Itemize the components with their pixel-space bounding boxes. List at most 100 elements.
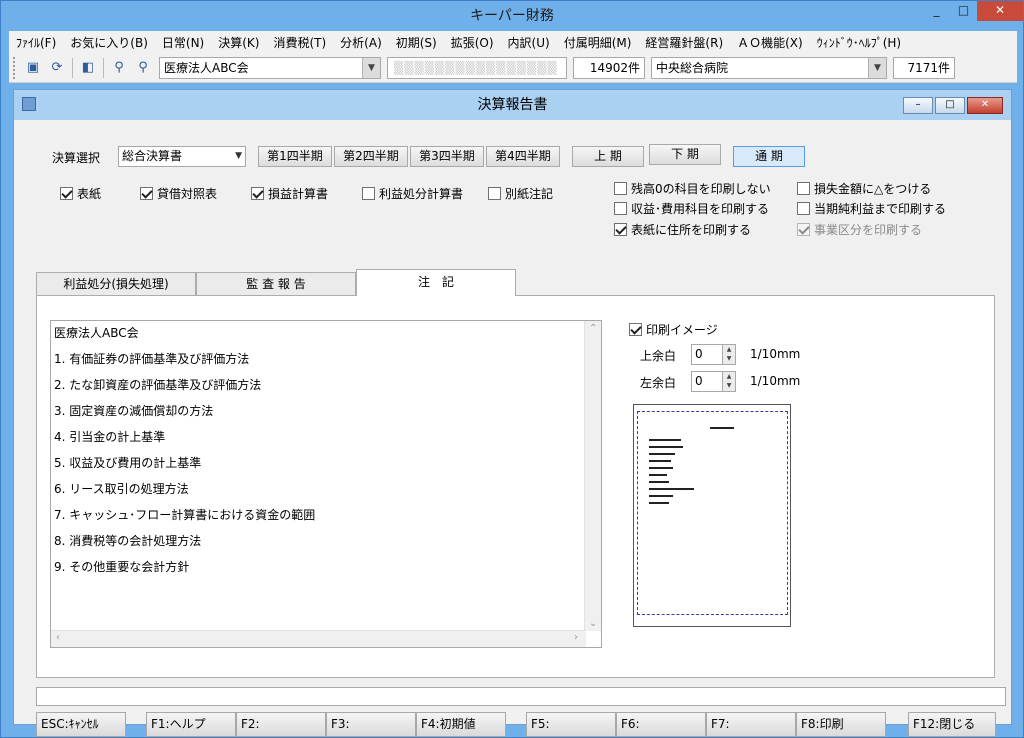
notes-line: 2. たな卸資産の評価基準及び評価方法 [54, 378, 262, 392]
cover-checkbox[interactable]: 表紙 [60, 185, 101, 202]
first-half-button[interactable]: 上 期 [572, 146, 644, 167]
loss-triangle-checkbox[interactable]: 損失金額に△をつける [797, 180, 931, 197]
dialog-close-button[interactable]: ✕ [967, 97, 1003, 114]
quarter1-button[interactable]: 第1四半期 [258, 146, 332, 167]
f1-help-button[interactable]: F1:ヘルプ [146, 712, 236, 737]
dialog-restore-button[interactable]: □ [935, 97, 965, 114]
f12-close-button[interactable]: F12:閉じる [908, 712, 996, 737]
checkbox-mark[interactable] [140, 187, 153, 200]
separate-notes-label: 別紙注記 [505, 187, 554, 201]
toolbar-grip[interactable] [13, 56, 17, 79]
menu-daily[interactable]: 日常(N) [155, 34, 211, 51]
selection-label: 決算選択 [52, 151, 101, 165]
f2-button[interactable]: F2: [236, 712, 326, 737]
scroll-down-icon[interactable]: ⌄ [589, 618, 597, 629]
report-dialog: 決算報告書 – □ ✕ 決算選択 総合決算書 ▼ 第1四半期 第2四半期 第3四… [13, 89, 1012, 737]
left-margin-spinner[interactable]: ▲ ▼ [722, 371, 736, 392]
zoom-in-icon[interactable]: ⚲ [109, 58, 129, 78]
checkbox-mark[interactable] [251, 187, 264, 200]
menu-favorites[interactable]: お気に入り(B) [63, 34, 155, 51]
menu-extension[interactable]: 拡張(O) [444, 34, 501, 51]
f5-button[interactable]: F5: [526, 712, 616, 737]
minimize-button[interactable]: _ [923, 1, 950, 21]
tab-strip: 利益処分(損失処理) 監 査 報 告 注 記 [36, 269, 516, 296]
settlement-select-value: 総合決算書 [122, 149, 183, 163]
zero-balance-label: 残高0の科目を印刷しない [631, 182, 771, 196]
f7-button[interactable]: F7: [706, 712, 796, 737]
tab-appropriation[interactable]: 利益処分(損失処理) [36, 272, 196, 296]
f3-button[interactable]: F3: [326, 712, 416, 737]
f6-button[interactable]: F6: [616, 712, 706, 737]
menu-schedules[interactable]: 付属明細(M) [557, 34, 639, 51]
checkbox-mark[interactable] [614, 202, 627, 215]
notes-line: 医療法人ABC会 [54, 326, 139, 340]
menu-window-help[interactable]: ｳｨﾝﾄﾞｳ･ﾍﾙﾌﾟ(H) [810, 34, 908, 51]
revenue-expense-checkbox[interactable]: 収益･費用科目を印刷する [614, 200, 769, 217]
zero-balance-checkbox[interactable]: 残高0の科目を印刷しない [614, 180, 771, 197]
tab-notes[interactable]: 注 記 [356, 269, 516, 296]
full-year-button[interactable]: 通 期 [733, 146, 805, 167]
close-button[interactable]: ✕ [977, 1, 1023, 21]
screen-icon[interactable]: ◧ [78, 58, 98, 78]
maximize-button[interactable]: □ [950, 1, 977, 21]
menu-file[interactable]: ﾌｧｲﾙ(F) [9, 34, 63, 51]
notes-line: 3. 固定資産の減価償却の方法 [54, 404, 214, 418]
notes-line: 9. その他重要な会計方針 [54, 560, 190, 574]
tab-audit-report[interactable]: 監 査 報 告 [196, 272, 356, 296]
vertical-scrollbar[interactable]: ⌃ ⌄ [584, 321, 601, 631]
f8-print-button[interactable]: F8:印刷 [796, 712, 886, 737]
hospital-select[interactable]: 中央総合病院 ▼ [651, 56, 887, 79]
checkbox-mark[interactable] [629, 323, 642, 336]
separate-notes-checkbox[interactable]: 別紙注記 [488, 185, 553, 202]
quarter3-button[interactable]: 第3四半期 [410, 146, 484, 167]
checkbox-mark[interactable] [362, 187, 375, 200]
cover-address-checkbox[interactable]: 表紙に住所を印刷する [614, 221, 751, 238]
second-half-button[interactable]: 下 期 [649, 144, 721, 165]
preview-title-line [710, 427, 734, 429]
menu-consumption-tax[interactable]: 消費税(T) [266, 34, 333, 51]
menu-compass[interactable]: 経営羅針盤(R) [638, 34, 730, 51]
zoom-out-icon[interactable]: ⚲ [133, 58, 153, 78]
checkbox-mark[interactable] [614, 223, 627, 236]
scroll-up-icon[interactable]: ⌃ [589, 323, 597, 334]
settlement-select[interactable]: 総合決算書 ▼ [118, 146, 246, 167]
appropriation-checkbox[interactable]: 利益処分計算書 [362, 185, 463, 202]
balance-sheet-checkbox[interactable]: 貸借対照表 [140, 185, 217, 202]
refresh-icon[interactable]: ⟳ [47, 58, 67, 78]
preview-line [649, 453, 675, 455]
revenue-expense-label: 収益･費用科目を印刷する [631, 202, 770, 216]
scroll-right-icon[interactable]: › [574, 632, 578, 643]
notes-textarea[interactable]: 医療法人ABC会 1. 有価証券の評価基準及び評価方法 2. たな卸資産の評価基… [50, 320, 602, 648]
menu-settlement[interactable]: 決算(K) [211, 34, 266, 51]
checkbox-mark[interactable] [797, 202, 810, 215]
menu-initial[interactable]: 初期(S) [389, 34, 444, 51]
print-image-checkbox[interactable]: 印刷イメージ [629, 321, 718, 338]
menu-analysis[interactable]: 分析(A) [333, 34, 389, 51]
monitor-icon[interactable]: ▣ [23, 58, 43, 78]
income-statement-checkbox[interactable]: 損益計算書 [251, 185, 328, 202]
checkbox-mark[interactable] [60, 187, 73, 200]
company-select[interactable]: 医療法人ABC会 ▼ [159, 56, 381, 79]
top-margin-spinner[interactable]: ▲ ▼ [722, 344, 736, 365]
menu-ao[interactable]: ＡＯ機能(X) [730, 34, 810, 51]
preview-line [649, 495, 673, 497]
chevron-down-icon[interactable]: ▼ [362, 57, 380, 78]
notes-line: 6. リース取引の処理方法 [54, 482, 189, 496]
net-income-checkbox[interactable]: 当期純利益まで印刷する [797, 200, 946, 217]
esc-cancel-button[interactable]: ESC:ｷｬﾝｾﾙ [36, 712, 126, 737]
scroll-left-icon[interactable]: ‹ [56, 632, 60, 643]
chevron-down-icon[interactable]: ▼ [235, 147, 242, 166]
dialog-minimize-button[interactable]: – [903, 97, 933, 114]
menu-breakdown[interactable]: 内訳(U) [501, 34, 557, 51]
left-margin-label: 左余白 [640, 376, 677, 390]
checkbox-mark[interactable] [614, 182, 627, 195]
chevron-down-icon[interactable]: ▼ [868, 57, 886, 78]
quarter4-button[interactable]: 第4四半期 [486, 146, 560, 167]
quarter2-button[interactable]: 第2四半期 [334, 146, 408, 167]
f4-initial-button[interactable]: F4:初期値 [416, 712, 506, 737]
preview-line [649, 439, 681, 441]
preview-line [649, 446, 683, 448]
checkbox-mark[interactable] [488, 187, 501, 200]
horizontal-scrollbar[interactable]: ‹ › [51, 630, 586, 647]
checkbox-mark[interactable] [797, 182, 810, 195]
